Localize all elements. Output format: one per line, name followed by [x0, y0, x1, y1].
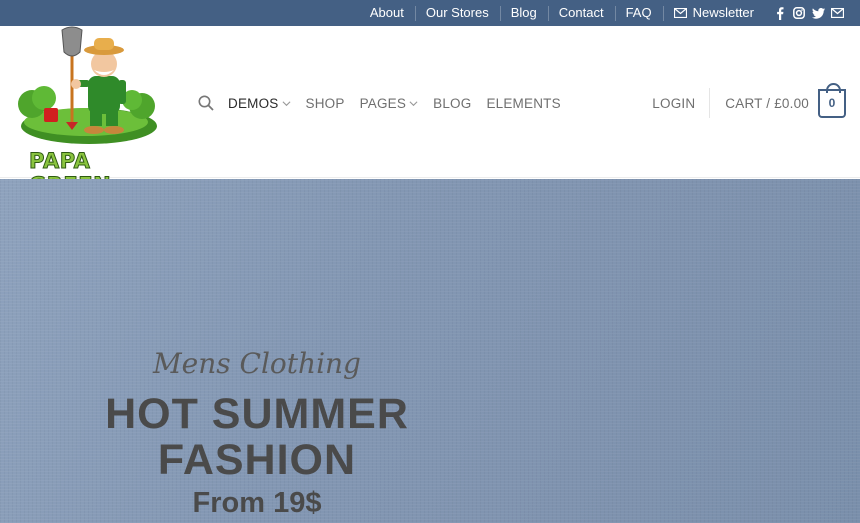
nav-item-label: ELEMENTS — [486, 95, 561, 111]
hero-title: HOT SUMMER FASHION — [82, 391, 432, 483]
top-link-faq[interactable]: FAQ — [614, 0, 663, 26]
nav-item-shop[interactable]: SHOP — [306, 96, 345, 111]
email-icon[interactable] — [830, 6, 844, 20]
top-link-contact[interactable]: Contact — [547, 0, 615, 26]
hero-subtitle: Mens Clothing — [153, 347, 361, 380]
cart-icon[interactable]: 0 — [818, 82, 846, 118]
cart-link[interactable]: CART / £0.00 — [725, 96, 809, 111]
nav-item-label: DEMOS — [228, 95, 279, 111]
nav-item-pages[interactable]: PAGES — [360, 96, 419, 111]
facebook-icon[interactable] — [773, 6, 787, 20]
cart-count: 0 — [828, 96, 836, 110]
twitter-icon[interactable] — [811, 6, 825, 20]
gardener-mascot-image — [18, 26, 157, 144]
nav-item-demos[interactable]: DEMOS — [228, 96, 291, 111]
top-bar: About Our Stores Blog Contact FAQ Newsle… — [0, 0, 860, 26]
social-icons — [773, 6, 844, 20]
hero-title-line-2: FASHION — [157, 436, 357, 484]
nav-item-elements[interactable]: ELEMENTS — [486, 96, 560, 111]
chevron-down-icon — [282, 100, 290, 106]
login-link[interactable]: LOGIN — [652, 96, 709, 111]
hero-title-line-1: HOT SUMMER — [105, 390, 409, 438]
site-header: PAPA GREEN DEMOS SHOP PAGES BLOG ELEMENT… — [0, 26, 860, 198]
nav-item-label: SHOP — [305, 95, 345, 111]
header-divider — [709, 88, 711, 118]
main-nav: DEMOS SHOP PAGES BLOG ELEMENTS — [198, 92, 576, 114]
newsletter-label: Newsletter — [692, 5, 754, 20]
chevron-down-icon — [409, 100, 418, 106]
search-icon[interactable] — [198, 94, 216, 112]
nav-item-blog[interactable]: BLOG — [433, 96, 471, 111]
top-link-blog[interactable]: Blog — [499, 0, 548, 26]
site-logo[interactable]: PAPA GREEN — [14, 26, 164, 198]
newsletter-link[interactable]: Newsletter — [662, 0, 765, 26]
top-nav: About Our Stores Blog Contact FAQ Newsle… — [359, 0, 844, 26]
hero-banner: Mens Clothing HOT SUMMER FASHION From 19… — [0, 179, 860, 523]
top-link-our-stores[interactable]: Our Stores — [414, 0, 500, 26]
instagram-icon[interactable] — [792, 6, 806, 20]
envelope-icon — [673, 8, 687, 18]
hero-price: From 19$ — [192, 487, 322, 519]
top-link-about[interactable]: About — [359, 0, 415, 26]
nav-item-label: PAGES — [359, 95, 407, 111]
nav-item-label: BLOG — [433, 95, 472, 111]
header-right-nav: LOGIN CART / £0.00 0 — [652, 82, 846, 119]
